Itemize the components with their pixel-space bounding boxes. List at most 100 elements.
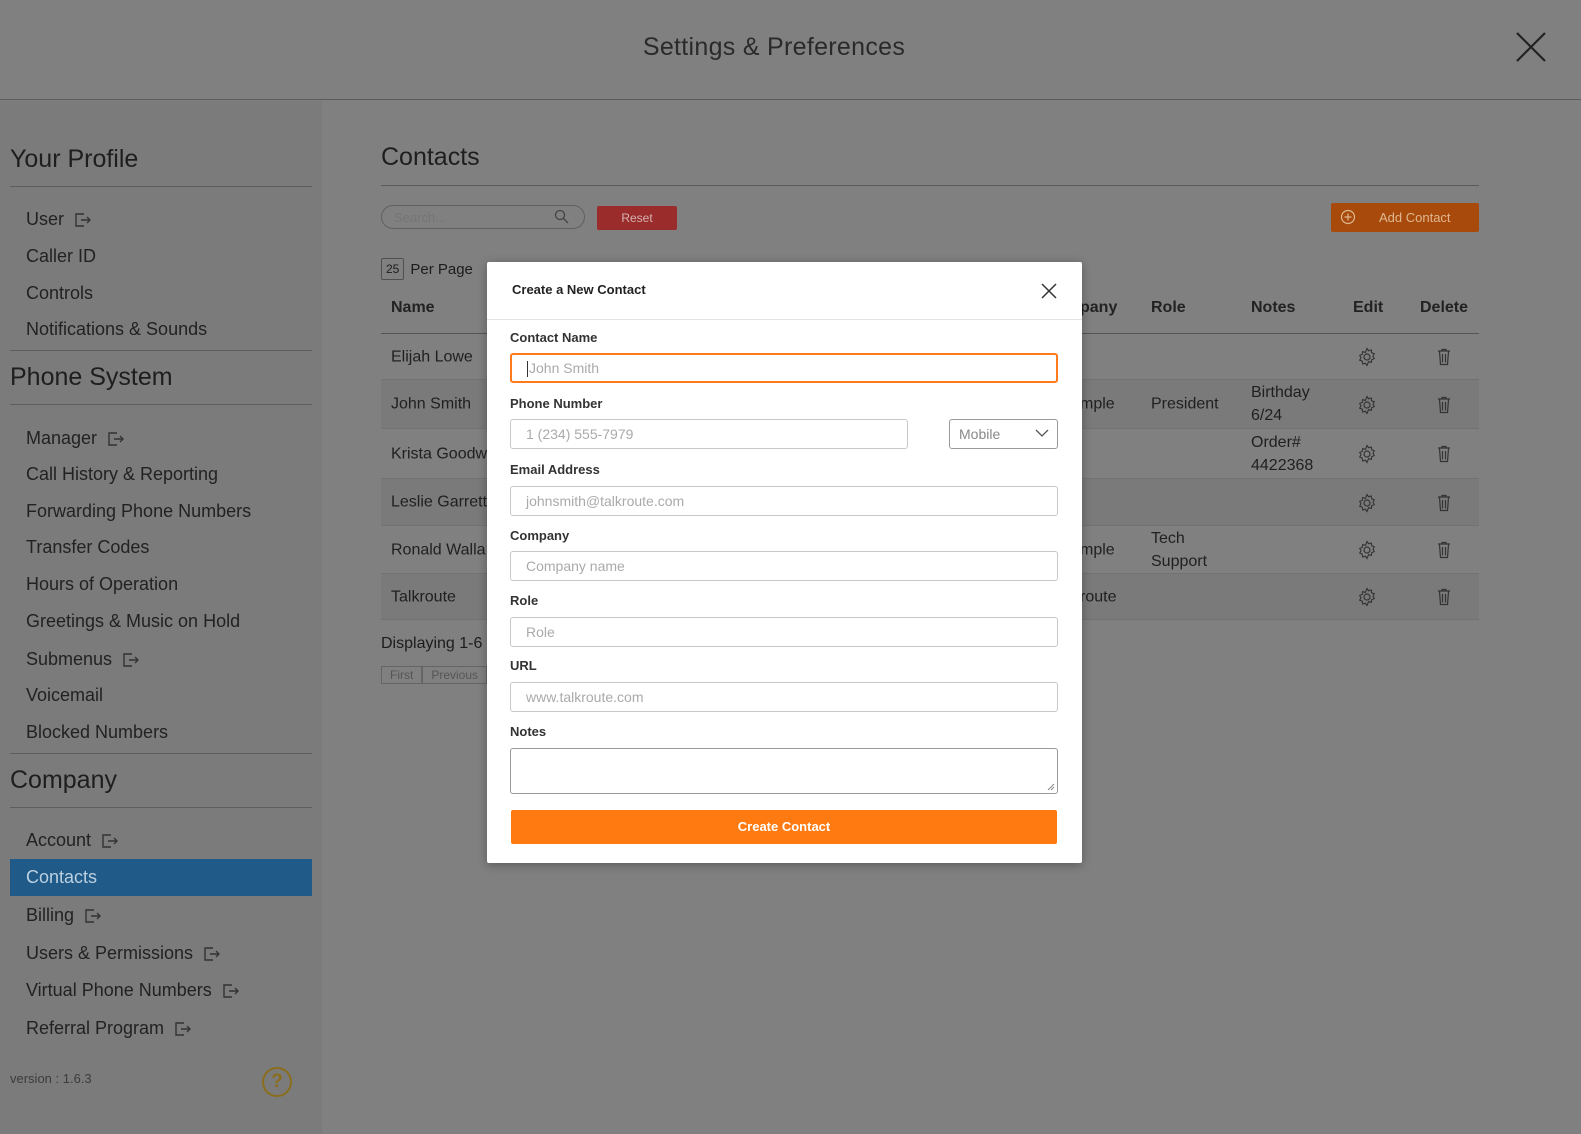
sidebar-item-caller-id[interactable]: Caller ID xyxy=(26,246,96,267)
sidebar-item-label: Contacts xyxy=(26,867,98,887)
cell-notes: Order# 4422368 xyxy=(1251,433,1314,474)
phone-type-select[interactable]: Mobile xyxy=(949,419,1058,449)
sidebar-item-notifications-sounds[interactable]: Notifications & Sounds xyxy=(26,319,207,340)
sidebar-item-call-history-reporting[interactable]: Call History & Reporting xyxy=(26,464,218,485)
plus-circle-icon xyxy=(1340,209,1356,225)
cell-role: Tech Support xyxy=(1151,529,1208,570)
sidebar-item-label: Controls xyxy=(26,283,94,303)
url-input[interactable]: www.talkroute.com xyxy=(510,682,1058,712)
sidebar-item-label: User xyxy=(26,209,65,229)
trash-icon[interactable] xyxy=(1434,540,1454,560)
sidebar-item-referral-program[interactable]: Referral Program xyxy=(26,1018,192,1039)
sidebar-item-hours-of-operation[interactable]: Hours of Operation xyxy=(26,574,178,595)
create-contact-button[interactable]: Create Contact xyxy=(511,810,1057,844)
sidebar-item-label: Billing xyxy=(26,905,75,925)
phone-number-input[interactable]: 1 (234) 555-7979 xyxy=(510,419,908,449)
cell-name: Krista Goodw xyxy=(391,445,488,462)
notes-label: Notes xyxy=(510,724,547,739)
version-label: version : 1.6.3 xyxy=(10,1071,92,1086)
sidebar-item-transfer-codes[interactable]: Transfer Codes xyxy=(26,537,149,558)
sidebar-item-label: Hours of Operation xyxy=(26,574,179,594)
contact-name-label: Contact Name xyxy=(510,330,598,345)
sidebar-item-submenus[interactable]: Submenus xyxy=(26,649,140,670)
external-link-icon xyxy=(123,652,140,667)
sidebar-item-billing[interactable]: Billing xyxy=(26,905,102,926)
external-link-icon xyxy=(175,1021,192,1036)
trash-icon[interactable] xyxy=(1434,587,1454,607)
gear-icon[interactable] xyxy=(1357,492,1377,513)
sidebar-item-label: Voicemail xyxy=(26,685,104,705)
email-label: Email Address xyxy=(510,462,600,477)
column-header-company[interactable]: pany xyxy=(1080,299,1117,317)
cell-company: mple xyxy=(1080,395,1115,413)
cell-notes: Birthday 6/24 xyxy=(1251,384,1310,424)
search-icon[interactable] xyxy=(554,209,569,224)
sidebar-item-virtual-phone-numbers[interactable]: Virtual Phone Numbers xyxy=(26,980,240,1001)
sidebar-item-users-permissions[interactable]: Users & Permissions xyxy=(26,943,221,964)
sidebar-item-greetings-music-on-hold[interactable]: Greetings & Music on Hold xyxy=(26,611,240,632)
sidebar-section-title: Phone System xyxy=(10,363,312,405)
email-input[interactable]: johnsmith@talkroute.com xyxy=(510,486,1058,516)
sidebar-item-user[interactable]: User xyxy=(26,209,92,230)
sidebar-item-label: Transfer Codes xyxy=(26,537,150,557)
header: Settings & Preferences xyxy=(0,0,1581,100)
gear-icon[interactable] xyxy=(1357,587,1377,607)
notes-textarea[interactable] xyxy=(510,748,1058,794)
role-label: Role xyxy=(510,593,539,608)
sidebar-item-label: Call History & Reporting xyxy=(26,464,219,484)
sidebar-item-label: Submenus xyxy=(26,649,113,669)
column-header-notes[interactable]: Notes xyxy=(1251,299,1295,317)
role-input[interactable]: Role xyxy=(510,617,1058,647)
sidebar-item-blocked-numbers[interactable]: Blocked Numbers xyxy=(26,722,168,743)
sidebar-item-controls[interactable]: Controls xyxy=(26,283,93,304)
company-input[interactable]: Company name xyxy=(510,551,1058,581)
sidebar-item-label: Account xyxy=(26,830,92,850)
reset-button[interactable]: Reset xyxy=(597,206,677,230)
trash-icon[interactable] xyxy=(1434,493,1454,513)
external-link-icon xyxy=(102,833,119,848)
sidebar-item-account[interactable]: Account xyxy=(26,830,119,851)
displaying-count: Displaying 1-6 xyxy=(381,635,483,652)
external-link-icon xyxy=(75,212,92,227)
gear-icon[interactable] xyxy=(1357,347,1377,367)
trash-icon[interactable] xyxy=(1434,395,1454,415)
trash-icon[interactable] xyxy=(1434,347,1454,367)
pagination: First Previous xyxy=(381,666,488,684)
sidebar-section-title: Company xyxy=(10,766,312,808)
contact-name-input[interactable]: John Smith xyxy=(510,353,1058,383)
sidebar-item-contacts[interactable]: Contacts xyxy=(10,859,312,896)
resize-grip-icon[interactable] xyxy=(1047,783,1055,791)
phone-type-value: Mobile xyxy=(959,426,1001,442)
sidebar-item-forwarding-phone-numbers[interactable]: Forwarding Phone Numbers xyxy=(26,501,251,522)
external-link-icon xyxy=(85,908,102,923)
first-page-button[interactable]: First xyxy=(381,666,423,684)
url-label: URL xyxy=(510,658,537,673)
modal-header: Create a New Contact xyxy=(487,262,1082,320)
external-link-icon xyxy=(108,431,125,446)
sidebar-item-manager[interactable]: Manager xyxy=(26,428,125,449)
cell-name: Elijah Lowe xyxy=(391,348,473,365)
external-link-icon xyxy=(223,983,239,998)
sidebar-item-label: Forwarding Phone Numbers xyxy=(26,501,252,521)
gear-icon[interactable] xyxy=(1357,444,1377,464)
sidebar-item-label: Referral Program xyxy=(26,1018,165,1038)
per-page-label: Per Page xyxy=(410,260,473,278)
trash-icon[interactable] xyxy=(1434,444,1454,464)
close-icon[interactable] xyxy=(1040,282,1058,300)
close-icon[interactable] xyxy=(1514,30,1548,64)
per-page-select[interactable]: 25 xyxy=(381,258,405,280)
column-header-name[interactable]: Name xyxy=(391,299,435,317)
sidebar-item-label: Notifications & Sounds xyxy=(26,319,208,339)
text-caret xyxy=(527,361,528,378)
previous-page-button[interactable]: Previous xyxy=(422,666,488,684)
external-link-icon xyxy=(204,946,221,961)
cell-name: Leslie Garrett xyxy=(391,493,488,511)
gear-icon[interactable] xyxy=(1357,394,1377,415)
question-circle-icon[interactable]: ? xyxy=(262,1067,292,1097)
gear-icon[interactable] xyxy=(1357,540,1377,560)
sidebar-section-title: Your Profile xyxy=(10,145,312,187)
column-header-role[interactable]: Role xyxy=(1151,299,1186,317)
sidebar-item-voicemail[interactable]: Voicemail xyxy=(26,685,103,706)
sidebar-item-label: Blocked Numbers xyxy=(26,722,169,742)
cell-company: mple xyxy=(1080,541,1115,558)
